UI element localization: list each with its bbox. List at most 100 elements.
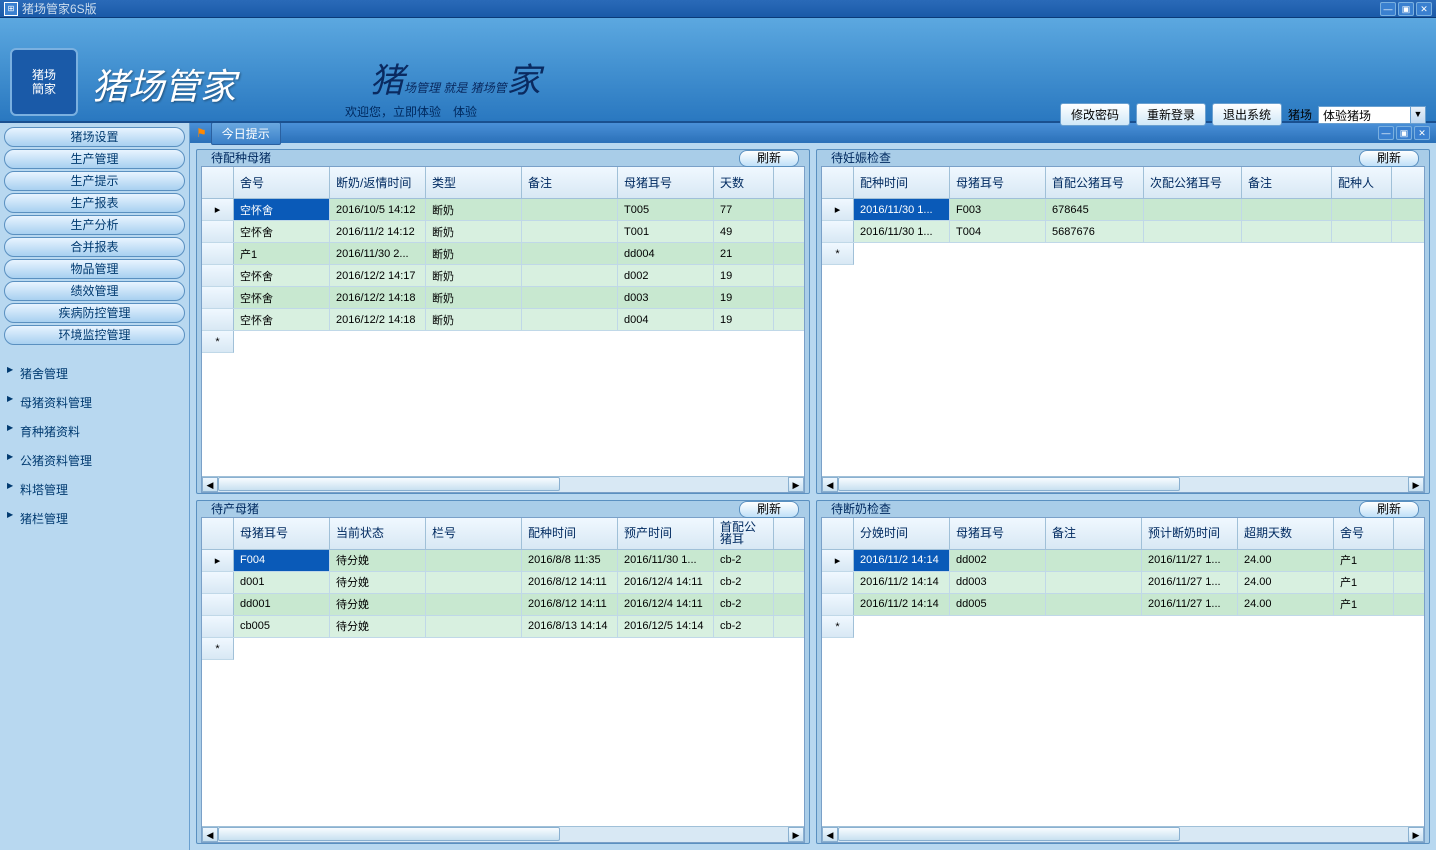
scroll-track[interactable] [838,827,1408,842]
column-header[interactable]: 首配公猪耳号 [1046,167,1144,198]
scroll-thumb[interactable] [838,477,1180,491]
table-row[interactable]: 产12016/11/30 2...断奶dd00421 [202,243,804,265]
column-header[interactable]: 首配公猪耳 [714,518,774,549]
scroll-track[interactable] [218,477,788,492]
scroll-thumb[interactable] [218,827,560,841]
sidebar-tab-7[interactable]: 绩效管理 [4,281,185,301]
refresh-button[interactable]: 刷新 [739,501,799,518]
column-header[interactable]: 超期天数 [1238,518,1334,549]
sidebar-tab-2[interactable]: 生产提示 [4,171,185,191]
column-header[interactable]: 次配公猪耳号 [1144,167,1242,198]
sidebar-tab-8[interactable]: 疾病防控管理 [4,303,185,323]
cell: 19 [714,287,774,308]
column-header[interactable]: 分娩时间 [854,518,950,549]
scroll-thumb[interactable] [838,827,1180,841]
column-header[interactable]: 母猪耳号 [950,167,1046,198]
horizontal-scrollbar[interactable]: ◀▶ [202,476,804,492]
sidebar-tab-5[interactable]: 合并报表 [4,237,185,257]
scroll-left-icon[interactable]: ◀ [202,827,218,842]
table-row[interactable]: ▸F004待分娩2016/8/8 11:352016/11/30 1...cb-… [202,550,804,572]
sidebar-tab-3[interactable]: 生产报表 [4,193,185,213]
sidebar-nav-5[interactable]: 猪栏管理 [0,504,189,533]
table-row[interactable]: 空怀舍2016/12/2 14:18断奶d00319 [202,287,804,309]
table-row[interactable]: 空怀舍2016/11/2 14:12断奶T00149 [202,221,804,243]
scroll-right-icon[interactable]: ▶ [1408,477,1424,492]
new-row[interactable]: * [202,331,804,353]
table-row[interactable]: cb005待分娩2016/8/13 14:142016/12/5 14:14cb… [202,616,804,638]
relogin-button[interactable]: 重新登录 [1136,103,1206,126]
scroll-right-icon[interactable]: ▶ [788,477,804,492]
cell: 2016/8/8 11:35 [522,550,618,571]
farm-select[interactable]: 体验猪场 ▼ [1318,106,1426,124]
column-header[interactable]: 预产时间 [618,518,714,549]
scroll-left-icon[interactable]: ◀ [202,477,218,492]
refresh-button[interactable]: 刷新 [1359,150,1419,167]
column-header[interactable]: 备注 [1242,167,1332,198]
table-row[interactable]: d001待分娩2016/8/12 14:112016/12/4 14:11cb-… [202,572,804,594]
table-row[interactable]: ▸2016/11/30 1...F003678645 [822,199,1424,221]
scroll-left-icon[interactable]: ◀ [822,827,838,842]
scroll-right-icon[interactable]: ▶ [1408,827,1424,842]
sidebar-tab-9[interactable]: 环境监控管理 [4,325,185,345]
column-header[interactable]: 当前状态 [330,518,426,549]
column-header[interactable]: 母猪耳号 [950,518,1046,549]
column-header[interactable]: 预计断奶时间 [1142,518,1238,549]
panel-maximize-button[interactable]: ▣ [1396,126,1412,140]
sidebar-tab-1[interactable]: 生产管理 [4,149,185,169]
column-header[interactable]: 备注 [1046,518,1142,549]
table-row[interactable]: 空怀舍2016/12/2 14:17断奶d00219 [202,265,804,287]
scroll-left-icon[interactable]: ◀ [822,477,838,492]
exit-button[interactable]: 退出系统 [1212,103,1282,126]
column-header[interactable]: 天数 [714,167,774,198]
column-header[interactable]: 配种时间 [522,518,618,549]
maximize-button[interactable]: ▣ [1398,2,1414,16]
refresh-button[interactable]: 刷新 [739,150,799,167]
scroll-thumb[interactable] [218,477,560,491]
new-row[interactable]: * [822,616,1424,638]
horizontal-scrollbar[interactable]: ◀▶ [822,826,1424,842]
sidebar-tab-0[interactable]: 猪场设置 [4,127,185,147]
new-row[interactable]: * [202,638,804,660]
column-header[interactable]: 母猪耳号 [618,167,714,198]
scroll-track[interactable] [838,477,1408,492]
sidebar-tab-4[interactable]: 生产分析 [4,215,185,235]
sidebar-nav-0[interactable]: 猪舍管理 [0,359,189,388]
scroll-track[interactable] [218,827,788,842]
table-row[interactable]: 2016/11/2 14:14dd0052016/11/27 1...24.00… [822,594,1424,616]
column-header[interactable]: 配种时间 [854,167,950,198]
table-row[interactable]: ▸2016/11/2 14:14dd0022016/11/27 1...24.0… [822,550,1424,572]
close-button[interactable]: ✕ [1416,2,1432,16]
sidebar-nav-2[interactable]: 育种猪资料 [0,417,189,446]
row-marker [202,616,234,637]
sidebar-tab-6[interactable]: 物品管理 [4,259,185,279]
table-row[interactable]: ▸空怀舍2016/10/5 14:12断奶T00577 [202,199,804,221]
column-header[interactable]: 备注 [522,167,618,198]
minimize-button[interactable]: — [1380,2,1396,16]
table-row[interactable]: 2016/11/30 1...T0045687676 [822,221,1424,243]
column-header[interactable]: 栏号 [426,518,522,549]
sidebar-nav-1[interactable]: 母猪资料管理 [0,388,189,417]
column-header[interactable]: 舍号 [1334,518,1394,549]
table-row[interactable]: dd001待分娩2016/8/12 14:112016/12/4 14:11cb… [202,594,804,616]
table-row[interactable]: 2016/11/2 14:14dd0032016/11/27 1...24.00… [822,572,1424,594]
column-header[interactable]: 配种人 [1332,167,1392,198]
new-row[interactable]: * [822,243,1424,265]
horizontal-scrollbar[interactable]: ◀▶ [822,476,1424,492]
refresh-button[interactable]: 刷新 [1359,501,1419,518]
column-header[interactable]: 断奶/返情时间 [330,167,426,198]
panel-minimize-button[interactable]: — [1378,126,1394,140]
column-header[interactable]: 舍号 [234,167,330,198]
change-password-button[interactable]: 修改密码 [1060,103,1130,126]
table-row[interactable]: 空怀舍2016/12/2 14:18断奶d00419 [202,309,804,331]
horizontal-scrollbar[interactable]: ◀▶ [202,826,804,842]
column-header[interactable]: 类型 [426,167,522,198]
column-header[interactable]: 母猪耳号 [234,518,330,549]
sidebar-nav-4[interactable]: 料塔管理 [0,475,189,504]
panels-grid: 待配种母猪刷新舍号断奶/返情时间类型备注母猪耳号天数▸空怀舍2016/10/5 … [190,143,1436,850]
sidebar-nav-3[interactable]: 公猪资料管理 [0,446,189,475]
panel-close-button[interactable]: ✕ [1414,126,1430,140]
scroll-right-icon[interactable]: ▶ [788,827,804,842]
cell: 2016/11/2 14:14 [854,594,950,615]
sidebar: 猪场设置生产管理生产提示生产报表生产分析合并报表物品管理绩效管理疾病防控管理环境… [0,123,190,850]
cell: 2016/8/12 14:11 [522,594,618,615]
